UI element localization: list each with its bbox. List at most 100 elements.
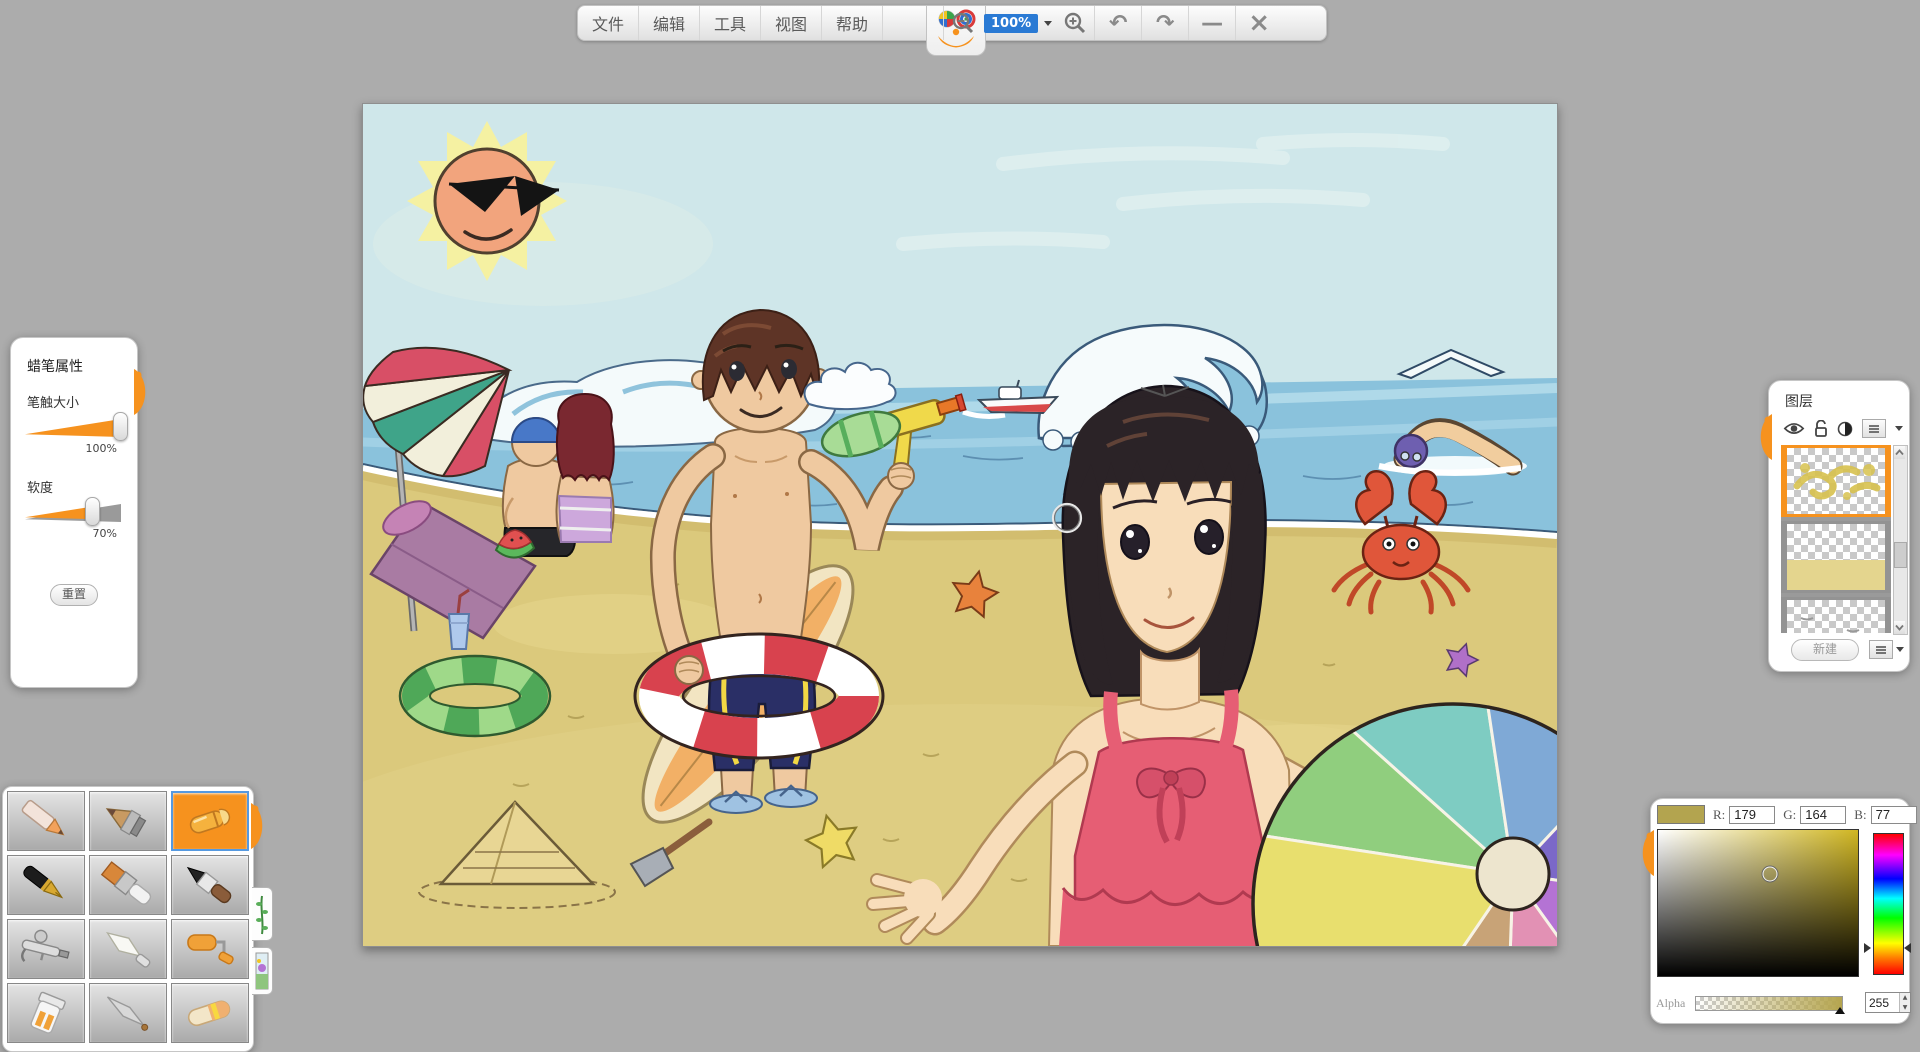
- blue-label: B:: [1854, 807, 1866, 823]
- chevron-up-icon: [1895, 449, 1904, 456]
- layer-menu-button[interactable]: [1862, 419, 1886, 438]
- tool-pencil[interactable]: [7, 791, 85, 851]
- brush-size-handle[interactable]: [113, 412, 128, 441]
- softness-label: 软度: [27, 477, 137, 496]
- red-input[interactable]: [1729, 806, 1775, 824]
- layer-row-middle[interactable]: [1781, 521, 1891, 593]
- layers-options-button[interactable]: [1869, 640, 1893, 659]
- layer-middle-fill: [1787, 560, 1885, 590]
- flat-brush-icon: [96, 861, 160, 909]
- pastel-icon: [96, 797, 160, 845]
- chevron-down-icon: [1895, 624, 1904, 631]
- minimize-button[interactable]: —: [1189, 6, 1235, 40]
- sitting-girl[interactable]: [557, 394, 614, 542]
- tool-palette-knife[interactable]: [89, 919, 167, 979]
- softness-value: 70%: [11, 527, 117, 540]
- tool-palette-panel: [2, 786, 254, 1052]
- tool-eraser[interactable]: [171, 983, 249, 1043]
- color-panel-handle-icon[interactable]: [1636, 827, 1654, 879]
- menu-file[interactable]: 文件: [578, 6, 639, 40]
- green-input[interactable]: [1800, 806, 1846, 824]
- hue-marker-left[interactable]: [1864, 943, 1871, 953]
- scroll-down-button[interactable]: [1894, 621, 1905, 634]
- softness-handle[interactable]: [85, 497, 100, 526]
- close-button[interactable]: ×: [1236, 6, 1282, 40]
- layer-visibility-icon[interactable]: [1783, 421, 1805, 436]
- menu-tools[interactable]: 工具: [700, 6, 761, 40]
- zoom-out-icon: [951, 11, 975, 35]
- zoom-dropdown-caret[interactable]: [1044, 21, 1052, 26]
- softness-slider[interactable]: [25, 500, 121, 524]
- saturation-value-square[interactable]: [1657, 829, 1859, 977]
- brush-size-value: 100%: [11, 442, 117, 455]
- alpha-increment-button[interactable]: ▲: [1900, 993, 1910, 1003]
- alpha-label: Alpha: [1656, 996, 1685, 1011]
- palette-handle-icon[interactable]: [251, 795, 269, 857]
- menu-lines-icon: [1868, 424, 1880, 434]
- layer-top-thumbnail: [1787, 448, 1885, 508]
- zoom-in-button[interactable]: [1056, 6, 1094, 40]
- airbrush-icon: [14, 925, 78, 973]
- red-label: R:: [1713, 807, 1725, 823]
- alpha-marker[interactable]: [1835, 1007, 1845, 1014]
- plant-stamp-icon: [255, 892, 269, 936]
- tool-ink-brush[interactable]: [171, 855, 249, 915]
- app-window: { "app": {"background_color": "#acacac",…: [0, 0, 1920, 1050]
- softness-fill: [25, 504, 92, 522]
- tool-paint-jar[interactable]: [7, 983, 85, 1043]
- redo-button[interactable]: ↷: [1142, 6, 1188, 40]
- layers-options-caret[interactable]: [1896, 647, 1904, 652]
- undo-button[interactable]: ↶: [1095, 6, 1141, 40]
- layer-menu-caret[interactable]: [1895, 426, 1903, 431]
- scroll-thumb[interactable]: [1894, 542, 1907, 568]
- tool-paint-roller[interactable]: [171, 919, 249, 979]
- green-label: G:: [1783, 807, 1796, 823]
- new-layer-button[interactable]: 新建: [1791, 639, 1859, 661]
- alpha-decrement-button[interactable]: ▼: [1900, 1003, 1910, 1013]
- layer-bottom-thumbnail: [1787, 600, 1885, 633]
- picture-stamp-icon: [255, 952, 269, 990]
- reset-button[interactable]: 重置: [50, 584, 98, 606]
- tool-airbrush[interactable]: [7, 919, 85, 979]
- brush-size-slider[interactable]: [25, 415, 121, 439]
- layer-row-top[interactable]: [1781, 445, 1891, 517]
- menu-edit[interactable]: 编辑: [639, 6, 700, 40]
- alpha-input[interactable]: [1866, 993, 1899, 1012]
- layer-list: [1781, 445, 1891, 633]
- hue-marker-right[interactable]: [1904, 943, 1911, 953]
- layer-blend-icon[interactable]: [1837, 421, 1853, 437]
- brush-size-label: 笔触大小: [27, 392, 137, 411]
- paint-jar-icon: [14, 989, 78, 1037]
- layers-handle-icon[interactable]: [1754, 411, 1772, 463]
- ink-brush-icon: [178, 861, 242, 909]
- tool-pastel[interactable]: [89, 791, 167, 851]
- layer-row-bottom[interactable]: [1781, 597, 1891, 633]
- scroll-up-button[interactable]: [1894, 446, 1905, 459]
- blue-input[interactable]: [1871, 806, 1917, 824]
- tool-flat-brush[interactable]: [89, 855, 167, 915]
- layer-scrollbar[interactable]: [1893, 445, 1908, 635]
- layers-panel-title: 图层: [1785, 391, 1909, 411]
- color-selector-marker[interactable]: [1763, 866, 1778, 881]
- layer-lock-icon[interactable]: [1814, 420, 1828, 437]
- crayon-icon: [178, 797, 242, 845]
- plant-stamp-tab[interactable]: [252, 887, 273, 941]
- alpha-slider[interactable]: [1695, 996, 1843, 1011]
- brush-size-track: [25, 419, 121, 437]
- tool-fountain-pen[interactable]: [7, 855, 85, 915]
- canvas-artwork[interactable]: [363, 104, 1557, 946]
- tool-liner[interactable]: [89, 983, 167, 1043]
- color-picker-panel: R: G: B: Alpha ▲ ▼: [1650, 798, 1910, 1024]
- picture-stamp-tab[interactable]: [252, 947, 273, 995]
- menu-lines-icon: [1875, 645, 1887, 655]
- pencil-icon: [14, 797, 78, 845]
- green-swim-ring[interactable]: [400, 656, 550, 736]
- zoom-out-button[interactable]: [944, 6, 982, 40]
- tool-crayon[interactable]: [171, 791, 249, 851]
- menu-view[interactable]: 视图: [761, 6, 822, 40]
- main-toolbar: 文件 编辑 工具 视图 帮助 100% ↶ ↷ — ×: [577, 5, 1327, 41]
- zoom-level-value[interactable]: 100%: [984, 14, 1038, 33]
- menu-help[interactable]: 帮助: [822, 6, 883, 40]
- hue-strip[interactable]: [1873, 833, 1904, 975]
- drawing-canvas[interactable]: [362, 103, 1558, 947]
